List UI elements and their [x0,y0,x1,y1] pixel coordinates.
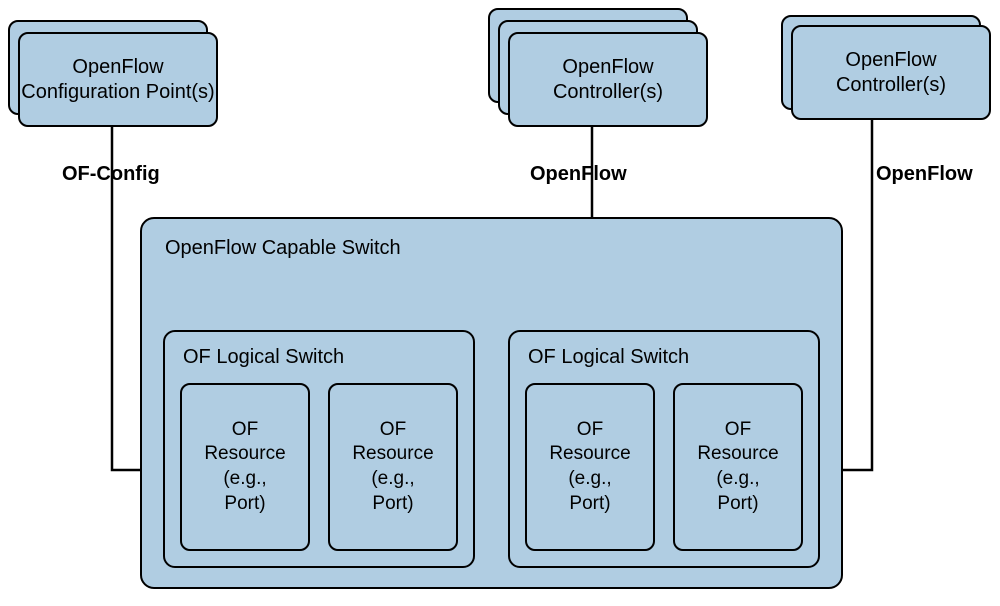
edge-label-ofconfig: OF-Config [62,163,160,186]
resource-box-4: OF Resource (e.g., Port) [673,383,803,551]
res4-l1: OF [725,418,751,443]
edge-label-openflow-right: OpenFlow [876,163,973,186]
edge-label-openflow-mid: OpenFlow [530,163,627,186]
res4-l3: (e.g., [716,467,759,492]
res3-l2: Resource [549,442,630,467]
res3-l3: (e.g., [568,467,611,492]
controller-mid-node: OpenFlow Controller(s) [508,32,708,127]
res3-l4: Port) [569,492,610,517]
controller-right-line1: OpenFlow [845,48,936,73]
controller-right-line2: Controller(s) [836,73,946,98]
resource-box-3: OF Resource (e.g., Port) [525,383,655,551]
config-point-node: OpenFlow Configuration Point(s) [18,32,218,127]
controller-right-node: OpenFlow Controller(s) [791,25,991,120]
resource-box-2: OF Resource (e.g., Port) [328,383,458,551]
res1-l1: OF [232,418,258,443]
controller-mid-line1: OpenFlow [562,55,653,80]
logical-switch-left-title: OF Logical Switch [183,346,344,369]
res3-l1: OF [577,418,603,443]
capable-switch-title: OpenFlow Capable Switch [165,237,401,260]
resource-box-1: OF Resource (e.g., Port) [180,383,310,551]
res2-l4: Port) [372,492,413,517]
res1-l3: (e.g., [223,467,266,492]
res2-l2: Resource [352,442,433,467]
res1-l2: Resource [204,442,285,467]
res2-l1: OF [380,418,406,443]
res2-l3: (e.g., [371,467,414,492]
config-point-line1: OpenFlow [72,55,163,80]
res1-l4: Port) [224,492,265,517]
config-point-line2: Configuration Point(s) [21,80,214,105]
logical-switch-right-title: OF Logical Switch [528,346,689,369]
controller-mid-line2: Controller(s) [553,80,663,105]
res4-l4: Port) [717,492,758,517]
res4-l2: Resource [697,442,778,467]
